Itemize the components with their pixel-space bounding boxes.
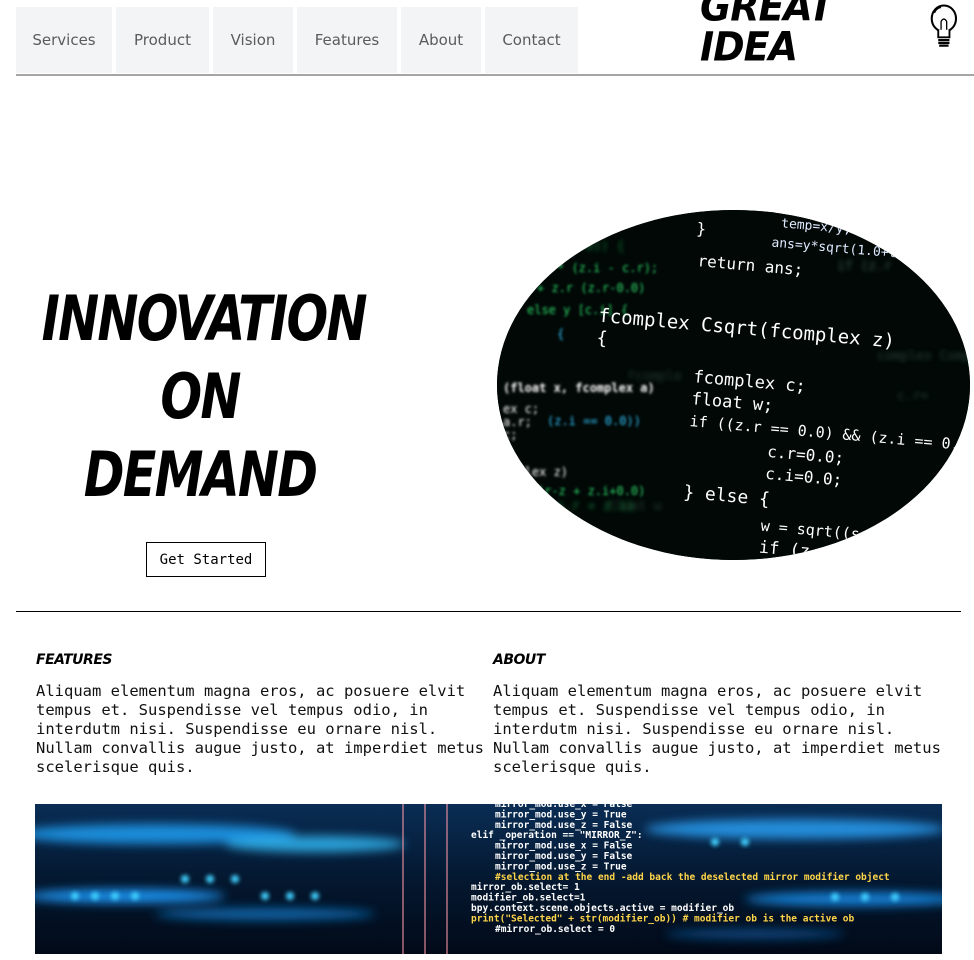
nav-item-product[interactable]: Product [116,7,209,73]
lightbulb-icon [930,4,958,47]
bg-code-fragment: *(z.i - 0.0)) { [507,239,624,254]
green-code-fragment: + z.r (z.r-0.0) [537,281,645,295]
nav-item-vision[interactable]: Vision [213,7,293,73]
nav-item-about[interactable]: About [401,7,481,73]
hero-title-line: ON [160,360,241,433]
banner-code-line: mirror_mod.use_z = True [495,861,627,872]
green-code-fragment: (r-z + z.i+0.0) [537,484,645,498]
banner-illustration: mirror_mod.use_x = Falsemirror_mod.use_y… [35,804,942,954]
banner-code-line: #selection at the end -add back the dese… [495,872,890,883]
nav-menu: Services Product Vision Features About C… [16,7,578,73]
brand-logo[interactable]: GREAT IDEA [700,0,960,67]
bg-code-fragment: c.r= [897,389,928,404]
hero-code-image: *(z.i - 0.0)) { if (z.r complex Comp c.r… [497,210,970,560]
hero-title: INNOVATION ON DEMAND [41,280,368,514]
hero-code-line: { [596,328,609,350]
hero-title-line: DEMAND [83,438,318,511]
nav-item-services[interactable]: Services [16,7,112,73]
about-section: ABOUT Aliquam elementum magna eros, ac p… [493,652,943,777]
hero-title-line: INNOVATION [41,282,368,355]
green-code-fragment: a.r; [503,415,532,429]
features-section: FEATURES Aliquam elementum magna eros, a… [36,652,486,777]
features-heading: FEATURES [36,652,112,668]
about-text: Aliquam elementum magna eros, ac posuere… [493,682,941,776]
banner-code-line: bpy.context.scene.objects.active = modif… [471,903,734,914]
get-started-button[interactable]: Get Started [146,542,266,577]
banner-code-line: mirror_mod.use_y = False [495,851,633,862]
nav-item-features[interactable]: Features [297,7,397,73]
green-code-fragment: ex c; [503,402,539,416]
banner-code-line: mirror_mod.use_x = False [495,841,633,852]
nav-item-contact[interactable]: Contact [485,7,578,73]
green-code-fragment: c; [503,428,517,442]
banner-code-line: elif _operation == "MIRROR_Z": [471,830,643,841]
banner-code-line: mirror_ob.select= 1 [471,882,580,893]
banner-code-line: mirror_mod.use_y = True [495,809,627,820]
banner-code-line: print("Selected" + str(modifier_ob)) # m… [471,913,854,924]
bg-code-fragment: ,2,r,z.r + z.i) [517,499,634,514]
banner-code-line: mirror_mod.use_z = False [495,820,633,831]
green-code-fragment: { [557,327,564,341]
features-text: Aliquam elementum magna eros, ac posuere… [36,682,484,776]
green-code-fragment: (float x, fcomplex a) [503,381,655,395]
top-nav: Services Product Vision Features About C… [16,0,974,76]
green-code-fragment: * (z.i - c.r); [557,261,658,275]
logo-text: GREAT IDEA [700,0,834,71]
code-illustration: *(z.i - 0.0)) { if (z.r complex Comp c.r… [497,210,970,560]
banner-code-line: modifier_ob.select=1 [471,893,586,904]
about-heading: ABOUT [493,652,545,668]
banner-code-line: #mirror_ob.select = 0 [495,924,615,935]
code-banner-image: mirror_mod.use_x = False mirror_mod.use_y… [35,804,942,954]
hero-code-line: } [696,219,707,239]
section-divider [16,611,961,612]
green-code-fragment: omplex z) [503,465,568,479]
bg-code-fragment: if (z.r [837,259,892,274]
green-code-fragment: (z.i == 0.0)) [547,414,641,428]
